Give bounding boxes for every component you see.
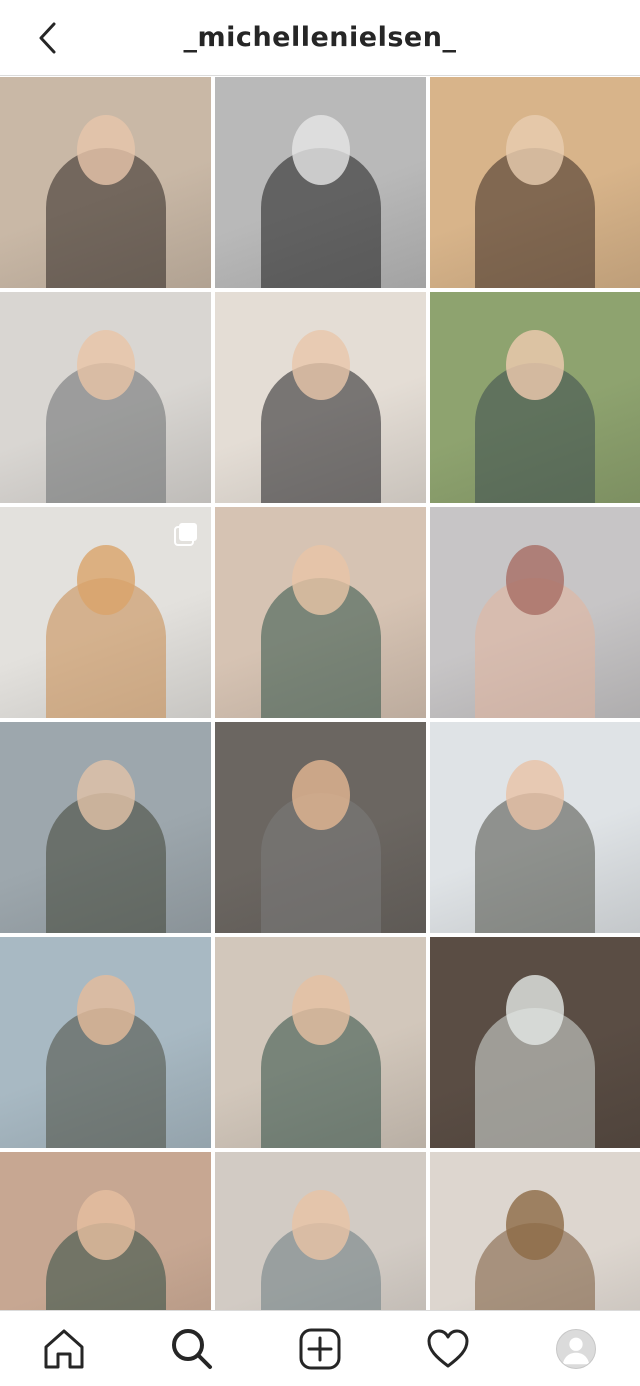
post-thumbnail[interactable]	[0, 937, 211, 1148]
photo-subject-face	[506, 545, 564, 615]
new-post-button[interactable]	[288, 1317, 352, 1381]
photo-subject-face	[76, 1190, 135, 1260]
post-thumbnail[interactable]	[0, 77, 211, 288]
home-button[interactable]	[32, 1317, 96, 1381]
post-thumbnail[interactable]	[430, 507, 640, 718]
post-thumbnail[interactable]	[430, 292, 640, 503]
profile-username: _michellenielsen_	[183, 22, 457, 53]
photo-subject-face	[506, 975, 564, 1045]
post-thumbnail[interactable]	[430, 722, 640, 933]
photo-subject-face	[76, 115, 135, 185]
photo-subject-face	[76, 330, 135, 400]
photo-subject-face	[291, 115, 350, 185]
profile-avatar-icon	[556, 1328, 596, 1369]
photo-subject-face	[291, 1190, 350, 1260]
post-thumbnail[interactable]	[215, 722, 426, 933]
new-post-icon	[299, 1328, 341, 1369]
chevron-left-icon	[39, 22, 56, 54]
photo-subject-face	[76, 760, 135, 830]
post-thumbnail[interactable]	[430, 937, 640, 1148]
photo-subject-face	[291, 975, 350, 1045]
photo-subject-face	[76, 545, 135, 615]
search-button[interactable]	[160, 1317, 224, 1381]
post-thumbnail[interactable]	[430, 77, 640, 288]
search-icon	[172, 1328, 212, 1369]
photo-subject-face	[506, 115, 564, 185]
photo-subject-face	[291, 760, 350, 830]
posts-grid	[0, 77, 640, 1386]
top-bar: _michellenielsen_	[0, 0, 640, 76]
post-thumbnail[interactable]	[215, 77, 426, 288]
photo-subject-face	[506, 330, 564, 400]
profile-button[interactable]	[544, 1317, 608, 1381]
carousel-multiple-icon	[174, 523, 197, 546]
activity-heart-icon	[427, 1329, 469, 1367]
photo-subject-face	[506, 760, 564, 830]
home-icon	[44, 1329, 84, 1368]
photo-subject-face	[291, 330, 350, 400]
back-button[interactable]	[28, 18, 68, 58]
photo-subject-face	[76, 975, 135, 1045]
post-thumbnail[interactable]	[0, 722, 211, 933]
bottom-navigation	[0, 1310, 640, 1386]
post-thumbnail[interactable]	[215, 292, 426, 503]
post-thumbnail[interactable]	[215, 937, 426, 1148]
post-thumbnail[interactable]	[215, 507, 426, 718]
post-thumbnail[interactable]	[0, 292, 211, 503]
photo-subject-face	[291, 545, 350, 615]
photo-subject-face	[506, 1190, 564, 1260]
post-thumbnail[interactable]	[0, 507, 211, 718]
activity-button[interactable]	[416, 1317, 480, 1381]
